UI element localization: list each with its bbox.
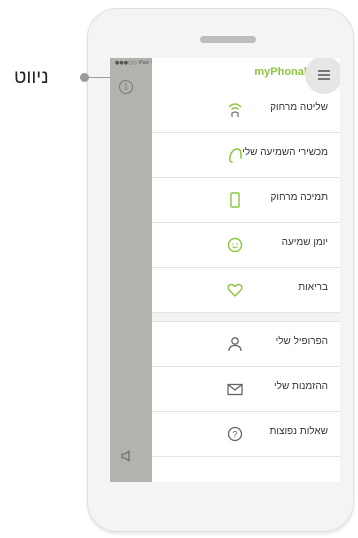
phone-speaker-grille [200, 36, 256, 43]
menu-item-remote-control[interactable]: שליטה מרחוק [152, 88, 340, 133]
navigation-drawer: myPhonak שליטה מרחוק מכשירי השמיעה שלי ת… [152, 58, 340, 482]
menu-item-my-profile[interactable]: הפרופיל שלי [152, 322, 340, 367]
envelope-icon [226, 380, 244, 398]
menu-item-label: הפרופיל שלי [275, 336, 328, 347]
brand-logo: myPhonak [254, 66, 310, 78]
dimmed-main-view[interactable]: ●●●○○ iPad ᯤ i [110, 58, 155, 482]
app-screen: ●●●○○ iPad ᯤ i myPhonak שליטה מרחוק מכשי… [110, 58, 340, 482]
menu-item-hearing-diary[interactable]: יומן שמיעה [152, 223, 340, 268]
menu-item-faq[interactable]: שאלות נפוצות ? [152, 412, 340, 457]
question-icon: ? [226, 425, 244, 443]
svg-text:?: ? [232, 430, 237, 440]
navigation-callout-label: ניווט [14, 67, 49, 88]
info-icon[interactable]: i [119, 80, 133, 94]
menu-item-health[interactable]: בריאות [152, 268, 340, 313]
remote-signal-icon [226, 101, 244, 119]
phone-icon [226, 191, 244, 209]
menu-item-label: מכשירי השמיעה שלי [242, 147, 328, 158]
menu-item-my-hearing-aids[interactable]: מכשירי השמיעה שלי [152, 133, 340, 178]
section-separator [152, 313, 340, 322]
hearing-aid-icon [226, 146, 244, 164]
menu-item-label: שליטה מרחוק [270, 102, 328, 113]
menu-item-label: תמיכה מרחוק [270, 192, 328, 203]
menu-item-label: יומן שמיעה [281, 237, 328, 248]
speaker-icon[interactable] [120, 449, 134, 468]
menu-item-label: בריאות [298, 282, 328, 293]
menu-item-my-invitations[interactable]: ההזמנות שלי [152, 367, 340, 412]
heart-icon [226, 281, 244, 299]
menu-item-remote-support[interactable]: תמיכה מרחוק [152, 178, 340, 223]
menu-item-label: שאלות נפוצות [269, 426, 328, 437]
status-bar: ●●●○○ iPad ᯤ [115, 60, 155, 66]
person-icon [226, 335, 244, 353]
menu-item-label: ההזמנות שלי [274, 381, 328, 392]
smiley-icon [226, 236, 244, 254]
menu-list: שליטה מרחוק מכשירי השמיעה שלי תמיכה מרחו… [152, 88, 340, 457]
